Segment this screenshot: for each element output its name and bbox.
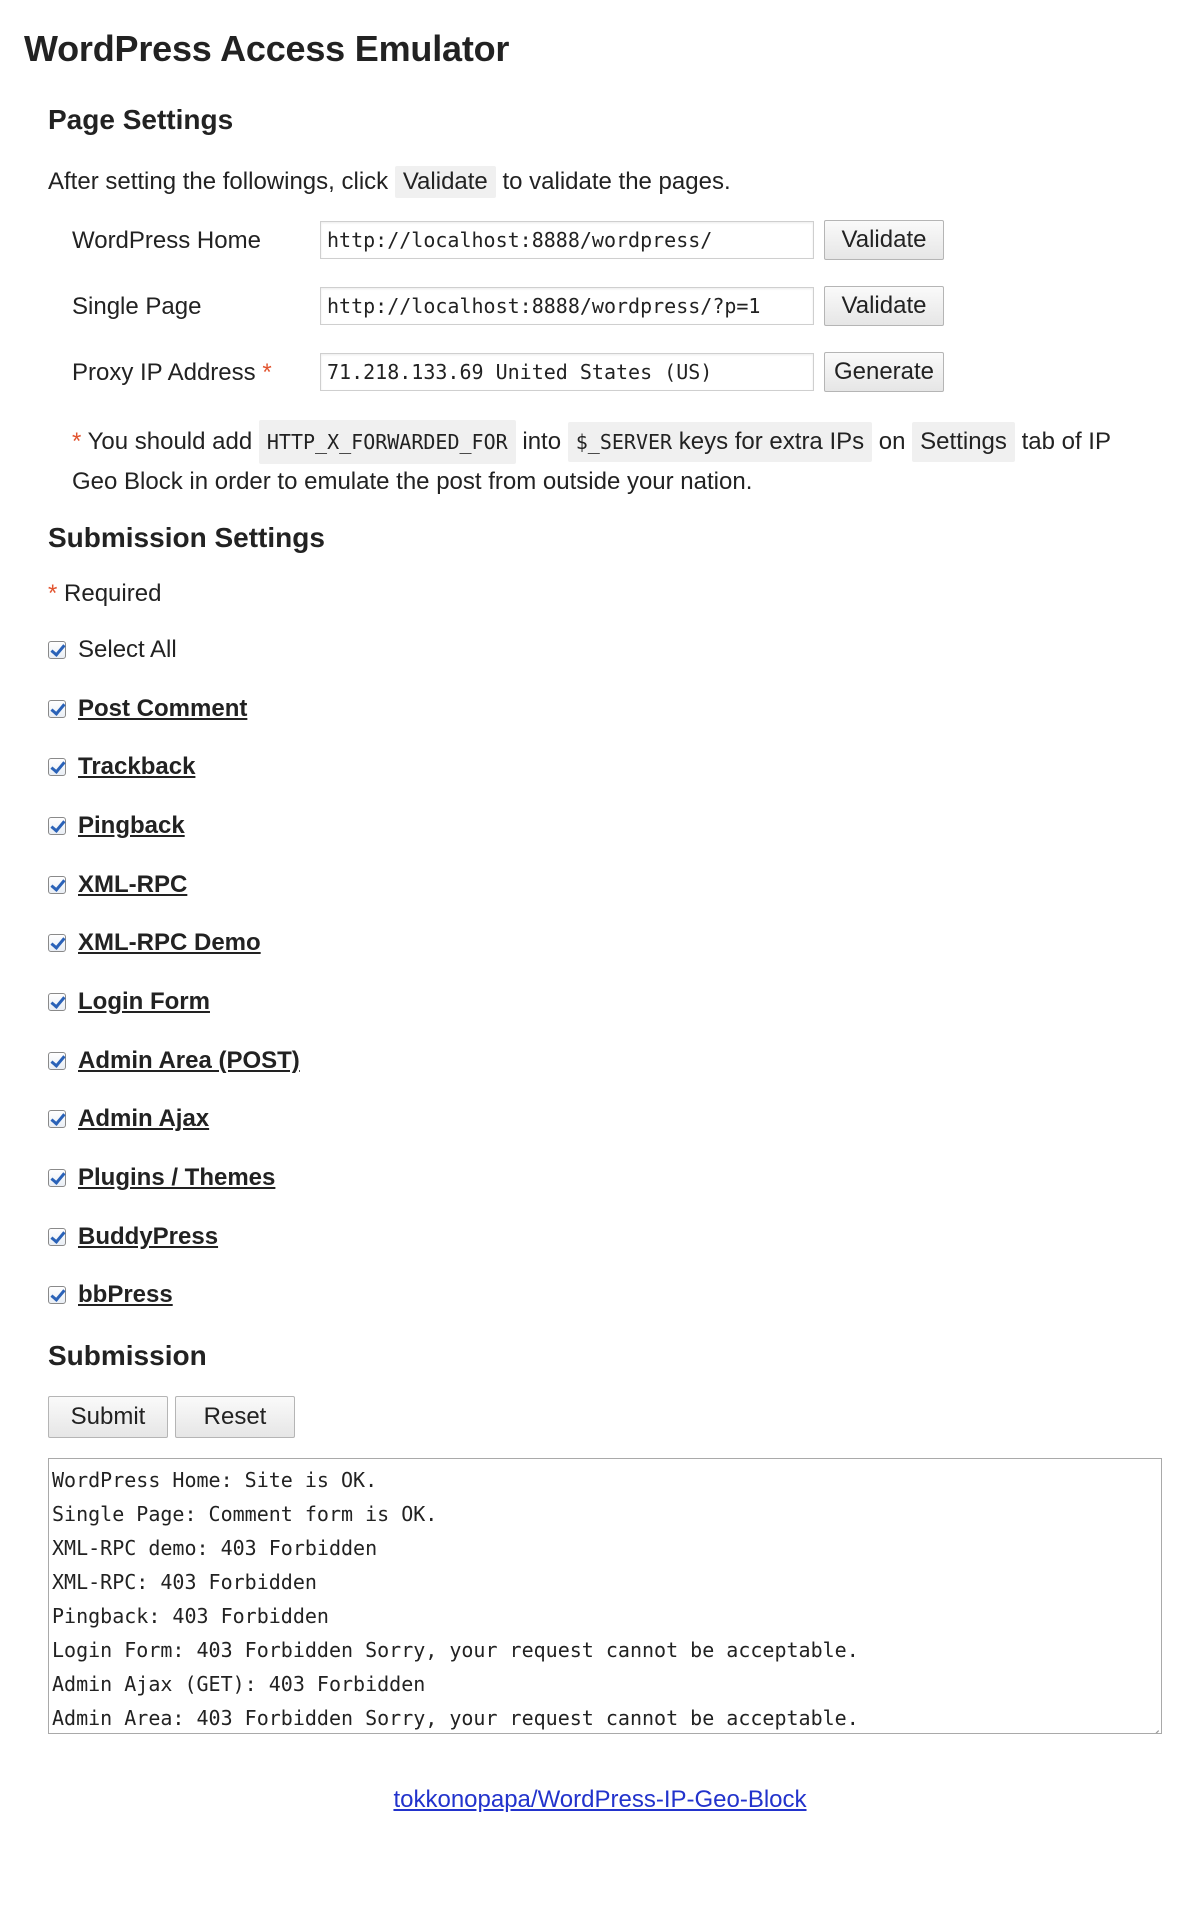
select-all-checkbox[interactable]	[48, 641, 66, 659]
check-row-bbpress[interactable]: bbPress	[48, 1279, 173, 1311]
check-row-buddypress[interactable]: BuddyPress	[48, 1221, 218, 1253]
proxy-ip-input[interactable]	[320, 353, 814, 391]
login-form-link[interactable]: Login Form	[78, 988, 210, 1016]
check-row-xml-rpc[interactable]: XML-RPC	[48, 869, 187, 901]
pingback-checkbox[interactable]	[48, 817, 66, 835]
plugins-themes-link[interactable]: Plugins / Themes	[78, 1164, 275, 1192]
server-chip-code: $_SERVER	[575, 430, 673, 454]
select-all-row[interactable]: Select All	[48, 634, 177, 666]
validate-single-page-button[interactable]: Validate	[824, 286, 944, 326]
submit-button[interactable]: Submit	[48, 1396, 168, 1438]
result-line: Single Page: Comment form is OK.	[52, 1502, 438, 1526]
note-text-1: You should add	[87, 428, 253, 455]
trackback-checkbox[interactable]	[48, 758, 66, 776]
required-legend-text: Required	[64, 580, 162, 607]
trackback-link[interactable]: Trackback	[78, 753, 195, 781]
check-row-post-comment[interactable]: Post Comment	[48, 693, 247, 725]
admin-ajax-checkbox[interactable]	[48, 1110, 66, 1128]
login-form-checkbox[interactable]	[48, 993, 66, 1011]
check-row-pingback[interactable]: Pingback	[48, 810, 185, 842]
result-line: WordPress Home: Site is OK.	[52, 1468, 378, 1492]
post-comment-link[interactable]: Post Comment	[78, 695, 247, 723]
bbpress-checkbox[interactable]	[48, 1286, 66, 1304]
resize-grip-icon[interactable]	[1145, 1717, 1159, 1731]
note-star: *	[72, 428, 82, 455]
wordpress-home-row: WordPress Home Validate	[72, 220, 972, 261]
results-textarea[interactable]: WordPress Home: Site is OK. Single Page:…	[48, 1458, 1162, 1734]
required-mark: *	[262, 359, 272, 386]
single-page-input[interactable]	[320, 287, 814, 325]
page-settings-intro: After setting the followings, click Vali…	[48, 166, 731, 198]
admin-ajax-link[interactable]: Admin Ajax	[78, 1105, 209, 1133]
settings-chip: Settings	[912, 422, 1015, 462]
xml-rpc-checkbox[interactable]	[48, 876, 66, 894]
proxy-note: * You should add HTTP_X_FORWARDED_FOR in…	[72, 420, 1132, 500]
proxy-ip-label: Proxy IP Address *	[72, 359, 272, 387]
intro-text-after: to validate the pages.	[502, 168, 731, 195]
page-title: WordPress Access Emulator	[24, 28, 510, 69]
check-row-plugins-themes[interactable]: Plugins / Themes	[48, 1162, 275, 1194]
check-row-admin-area[interactable]: Admin Area (POST)	[48, 1045, 300, 1077]
wordpress-home-label: WordPress Home	[72, 227, 261, 254]
buddypress-checkbox[interactable]	[48, 1228, 66, 1246]
http-x-forwarded-for-chip: HTTP_X_FORWARDED_FOR	[258, 420, 516, 464]
submission-settings-heading: Submission Settings	[48, 522, 325, 553]
result-line: XML-RPC demo: 403 Forbidden	[52, 1536, 378, 1560]
validate-home-button[interactable]: Validate	[824, 220, 944, 260]
result-line: Pingback: 403 Forbidden	[52, 1604, 329, 1628]
server-keys-chip: $_SERVER keys for extra IPs	[567, 422, 873, 462]
note-text-3: on	[878, 428, 906, 455]
post-comment-checkbox[interactable]	[48, 700, 66, 718]
server-chip-text: keys for extra IPs	[678, 428, 865, 455]
xml-rpc-link[interactable]: XML-RPC	[78, 871, 187, 899]
result-line: Admin Area: 403 Forbidden Sorry, your re…	[52, 1706, 859, 1730]
single-page-row: Single Page Validate	[72, 286, 972, 327]
buddypress-link[interactable]: BuddyPress	[78, 1223, 218, 1251]
plugins-themes-checkbox[interactable]	[48, 1169, 66, 1187]
xml-rpc-demo-checkbox[interactable]	[48, 934, 66, 952]
check-row-trackback[interactable]: Trackback	[48, 751, 195, 783]
intro-text-before: After setting the followings, click	[48, 168, 389, 195]
check-row-xml-rpc-demo[interactable]: XML-RPC Demo	[48, 927, 261, 959]
proxy-ip-row: Proxy IP Address * Generate	[72, 352, 972, 393]
required-legend: * Required	[48, 580, 161, 608]
check-row-login-form[interactable]: Login Form	[48, 986, 210, 1018]
generate-ip-button[interactable]: Generate	[824, 352, 944, 392]
github-repo-link[interactable]: tokkonopapa/WordPress-IP-Geo-Block	[393, 1786, 806, 1813]
bbpress-link[interactable]: bbPress	[78, 1281, 173, 1309]
select-all-label[interactable]: Select All	[78, 636, 177, 664]
submission-heading: Submission	[48, 1340, 207, 1371]
note-text-2: into	[522, 428, 562, 455]
single-page-label: Single Page	[72, 293, 202, 320]
pingback-link[interactable]: Pingback	[78, 812, 185, 840]
xml-rpc-demo-link[interactable]: XML-RPC Demo	[78, 929, 261, 957]
result-line: XML-RPC: 403 Forbidden	[52, 1570, 317, 1594]
footer: tokkonopapa/WordPress-IP-Geo-Block	[0, 1786, 1200, 1814]
proxy-ip-label-text: Proxy IP Address	[72, 359, 256, 386]
result-line: Admin Ajax (GET): 403 Forbidden	[52, 1672, 426, 1696]
page-settings-heading: Page Settings	[48, 104, 234, 135]
reset-button[interactable]: Reset	[175, 1396, 295, 1438]
required-legend-star: *	[48, 580, 58, 607]
check-row-admin-ajax[interactable]: Admin Ajax	[48, 1103, 209, 1135]
wordpress-home-input[interactable]	[320, 221, 814, 259]
admin-area-link[interactable]: Admin Area (POST)	[78, 1047, 300, 1075]
validate-chip: Validate	[394, 166, 496, 198]
result-line: Login Form: 403 Forbidden Sorry, your re…	[52, 1638, 859, 1662]
admin-area-checkbox[interactable]	[48, 1052, 66, 1070]
